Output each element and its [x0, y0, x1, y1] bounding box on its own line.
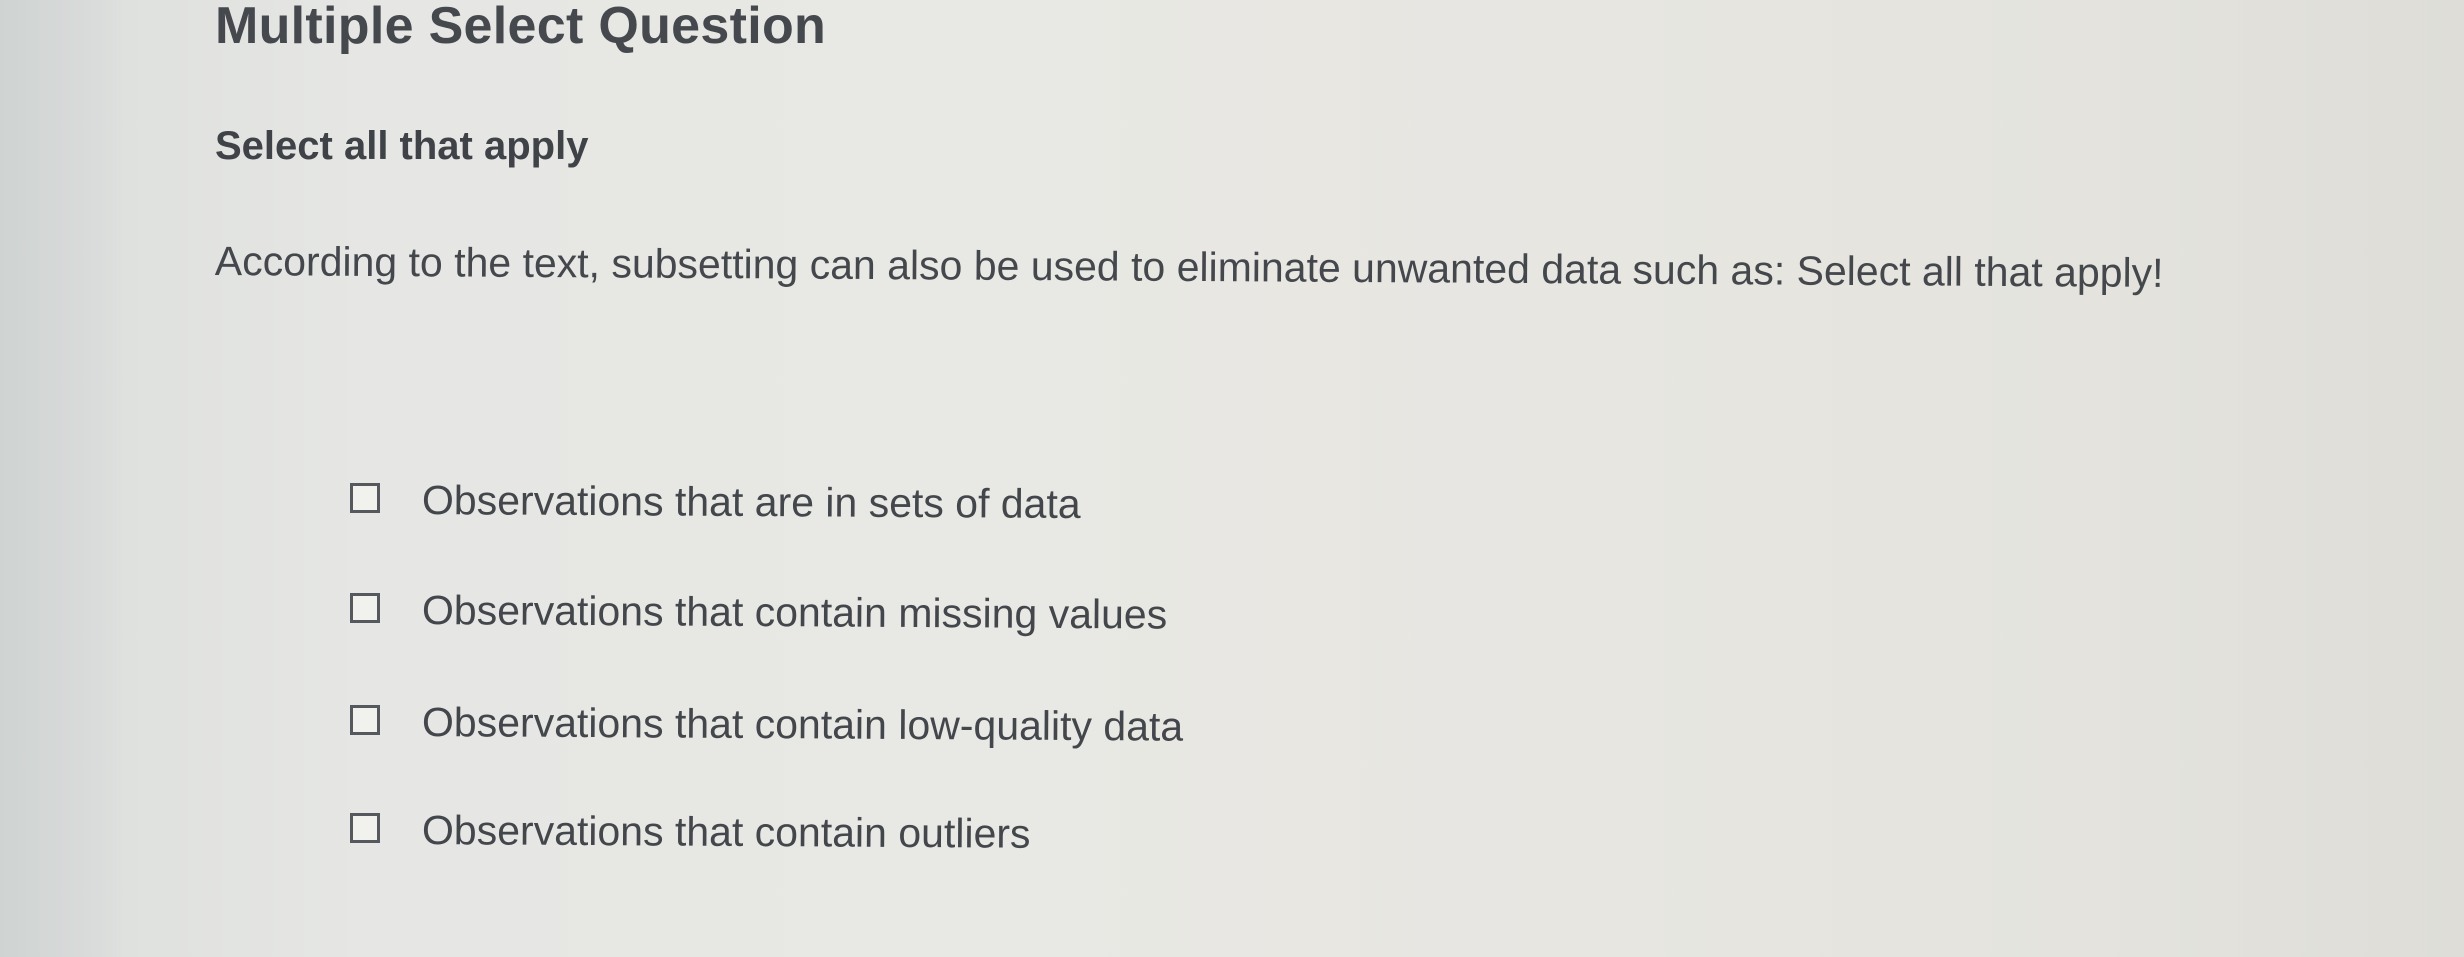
answer-option-label: Observations that are in sets of data [421, 476, 1081, 527]
select-all-instruction: Select all that apply [215, 124, 589, 168]
checkbox[interactable] [350, 593, 380, 623]
question-panel: Multiple Select Question Select all that… [0, 0, 2464, 957]
checkbox[interactable] [350, 813, 380, 843]
answer-option-label: Observations that contain missing values [421, 586, 1168, 638]
answer-option-outliers[interactable]: Observations that contain outliers [350, 800, 1031, 860]
answer-option-low-quality-data[interactable]: Observations that contain low-quality da… [350, 692, 1183, 752]
answer-option-label: Observations that contain outliers [421, 806, 1031, 857]
question-type-heading: Multiple Select Question [215, 0, 827, 55]
answer-option-sets-of-data[interactable]: Observations that are in sets of data [350, 470, 1081, 530]
question-prompt: According to the text, subsetting can al… [214, 238, 2164, 296]
checkbox[interactable] [350, 705, 380, 735]
answer-option-label: Observations that contain low-quality da… [421, 698, 1184, 750]
checkbox[interactable] [350, 483, 380, 513]
answer-option-missing-values[interactable]: Observations that contain missing values [350, 580, 1167, 640]
